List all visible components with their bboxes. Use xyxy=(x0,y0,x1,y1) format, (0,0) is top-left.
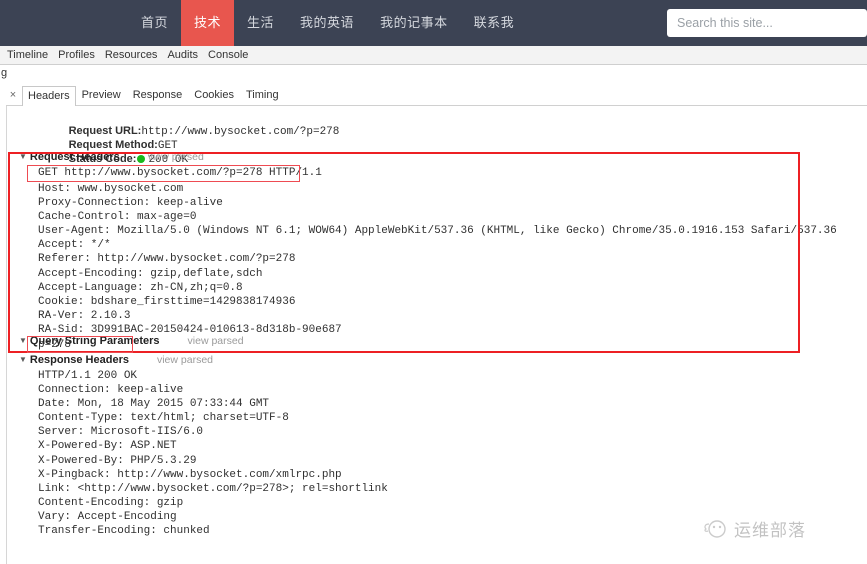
site-nav-item-3[interactable]: 我的英语 xyxy=(287,0,367,46)
response-headers-title: Response Headers xyxy=(29,354,129,366)
headers-panel: Request URL:http://www.bysocket.com/?p=2… xyxy=(6,106,867,564)
search-input[interactable] xyxy=(667,9,867,37)
request-header-line: Referer: http://www.bysocket.com/?p=278 xyxy=(38,253,296,266)
request-line: GET http://www.bysocket.com/?p=278 HTTP/… xyxy=(38,167,322,179)
site-nav-item-2[interactable]: 生活 xyxy=(234,0,287,46)
response-header-line: HTTP/1.1 200 OK xyxy=(38,370,138,382)
chevron-down-icon[interactable]: ▼ xyxy=(19,151,27,163)
response-header-line: Connection: keep-alive xyxy=(38,384,184,397)
site-nav-item-0[interactable]: 首页 xyxy=(128,0,181,46)
subtab-timing[interactable]: Timing xyxy=(240,86,285,105)
query-param-line: p=278 xyxy=(38,339,72,351)
chevron-down-icon[interactable]: ▼ xyxy=(19,335,27,347)
chat-bubble-icon xyxy=(704,519,726,538)
watermark-text: 运维部落 xyxy=(734,521,806,540)
response-header-line: Date: Mon, 18 May 2015 07:33:44 GMT xyxy=(38,398,270,411)
request-header-line: Accept: */* xyxy=(38,239,111,252)
site-nav-item-1[interactable]: 技术 xyxy=(181,0,235,46)
site-navbar: 首页 技术 生活 我的英语 我的记事本 联系我 xyxy=(0,0,867,46)
site-nav-item-5[interactable]: 联系我 xyxy=(461,0,528,46)
response-headers-section-header[interactable]: ▼ Response Headers view parsed xyxy=(19,354,213,366)
response-headers-list: HTTP/1.1 200 OK Connection: keep-alive Dat… xyxy=(38,369,388,538)
request-headers-list: Host: www.bysocket.com Proxy-Connection: … xyxy=(38,182,837,337)
request-header-line: RA-Ver: 2.10.3 xyxy=(38,309,131,322)
devtools-toolbar: Timeline Profiles Resources Audits Console xyxy=(0,46,867,65)
request-header-line: Cookie: bdshare_firsttime=1429838174936 xyxy=(38,295,296,308)
response-header-line: Server: Microsoft-IIS/6.0 xyxy=(38,426,204,439)
response-header-line: Transfer-Encoding: chunked xyxy=(38,525,210,538)
query-string-view-parsed-link[interactable]: view parsed xyxy=(188,335,244,347)
devtools-tab-console[interactable]: Console xyxy=(203,46,253,64)
request-headers-section-header[interactable]: ▼ Request Headers view parsed xyxy=(19,151,204,163)
response-header-line: X-Powered-By: ASP.NET xyxy=(38,440,177,453)
response-headers-view-parsed-link[interactable]: view parsed xyxy=(157,354,213,366)
request-header-line: Proxy-Connection: keep-alive xyxy=(38,197,223,210)
request-header-line: Cache-Control: max-age=0 xyxy=(38,211,197,224)
request-url-value[interactable]: http://www.bysocket.com/?p=278 xyxy=(141,126,339,138)
chevron-down-icon[interactable]: ▼ xyxy=(19,354,27,366)
subtab-preview[interactable]: Preview xyxy=(76,86,127,105)
subtab-cookies[interactable]: Cookies xyxy=(188,86,240,105)
request-method-label: Request Method: xyxy=(68,139,158,152)
request-summary: Request URL:http://www.bysocket.com/?p=2… xyxy=(29,110,340,166)
response-header-line: Content-Type: text/html; charset=UTF-8 xyxy=(38,412,289,425)
response-header-line: X-Pingback: http://www.bysocket.com/xmlr… xyxy=(38,468,342,481)
site-nav-item-4[interactable]: 我的记事本 xyxy=(367,0,461,46)
devtools-tab-timeline[interactable]: Timeline xyxy=(2,46,53,64)
response-header-line: Link: <http://www.bysocket.com/?p=278>; … xyxy=(38,482,388,495)
search-box[interactable] xyxy=(667,9,867,37)
request-headers-title: Request Headers xyxy=(29,151,120,163)
network-detail-tabbar: × Headers Preview Response Cookies Timing xyxy=(6,85,867,106)
watermark: 运维部落 xyxy=(702,516,806,541)
close-icon[interactable]: × xyxy=(6,86,20,105)
request-url-label: Request URL: xyxy=(68,125,142,138)
request-header-line: Accept-Language: zh-CN,zh;q=0.8 xyxy=(38,281,243,294)
response-header-line: X-Powered-By: PHP/5.3.29 xyxy=(38,454,197,467)
request-url-row: Request URL:http://www.bysocket.com/?p=2… xyxy=(29,110,340,138)
request-headers-view-parsed-link[interactable]: view parsed xyxy=(148,151,204,163)
query-string-list: p=278 xyxy=(38,338,71,352)
request-header-line: Accept-Encoding: gzip,deflate,sdch xyxy=(38,267,263,280)
subtab-list: Headers Preview Response Cookies Timing xyxy=(22,85,285,106)
subtab-response[interactable]: Response xyxy=(127,86,189,105)
request-header-line: Host: www.bysocket.com xyxy=(38,183,184,195)
subtab-headers[interactable]: Headers xyxy=(22,85,76,106)
request-header-line: User-Agent: Mozilla/5.0 (Windows NT 6.1;… xyxy=(38,225,837,238)
devtools-tab-resources[interactable]: Resources xyxy=(100,46,163,64)
response-header-line: Content-Encoding: gzip xyxy=(38,496,184,509)
devtools-tab-profiles[interactable]: Profiles xyxy=(53,46,100,64)
site-nav-items: 首页 技术 生活 我的英语 我的记事本 联系我 xyxy=(128,0,527,46)
stray-glyph: g xyxy=(1,67,8,79)
response-header-line: Vary: Accept-Encoding xyxy=(38,510,177,523)
devtools-tab-audits[interactable]: Audits xyxy=(162,46,203,64)
